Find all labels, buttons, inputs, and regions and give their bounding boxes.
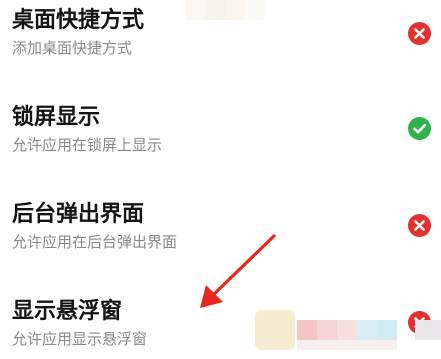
permission-title: 桌面快捷方式 [12,8,145,33]
permission-list: 桌面快捷方式 添加桌面快捷方式 锁屏显示 允许应用在锁屏上显示 后台弹出界面 允… [0,0,441,350]
permission-title: 锁屏显示 [12,105,101,130]
check-icon[interactable] [408,117,431,140]
close-icon[interactable] [408,214,431,237]
permission-item-lockscreen-display[interactable]: 锁屏显示 允许应用在锁屏上显示 [0,105,441,165]
permission-description: 允许应用在锁屏上显示 [12,136,163,154]
permission-item-floating-window[interactable]: 显示悬浮窗 允许应用显示悬浮窗 [0,299,441,359]
permission-description: 允许应用在后台弹出界面 [12,233,178,251]
close-icon[interactable] [408,311,431,334]
permission-title: 后台弹出界面 [12,202,145,227]
close-icon[interactable] [408,22,431,45]
permission-title: 显示悬浮窗 [12,299,123,324]
permission-item-desktop-shortcut[interactable]: 桌面快捷方式 添加桌面快捷方式 [0,8,441,68]
permission-description: 添加桌面快捷方式 [12,39,133,57]
permission-description: 允许应用显示悬浮窗 [12,330,148,348]
permission-item-background-popup[interactable]: 后台弹出界面 允许应用在后台弹出界面 [0,202,441,262]
